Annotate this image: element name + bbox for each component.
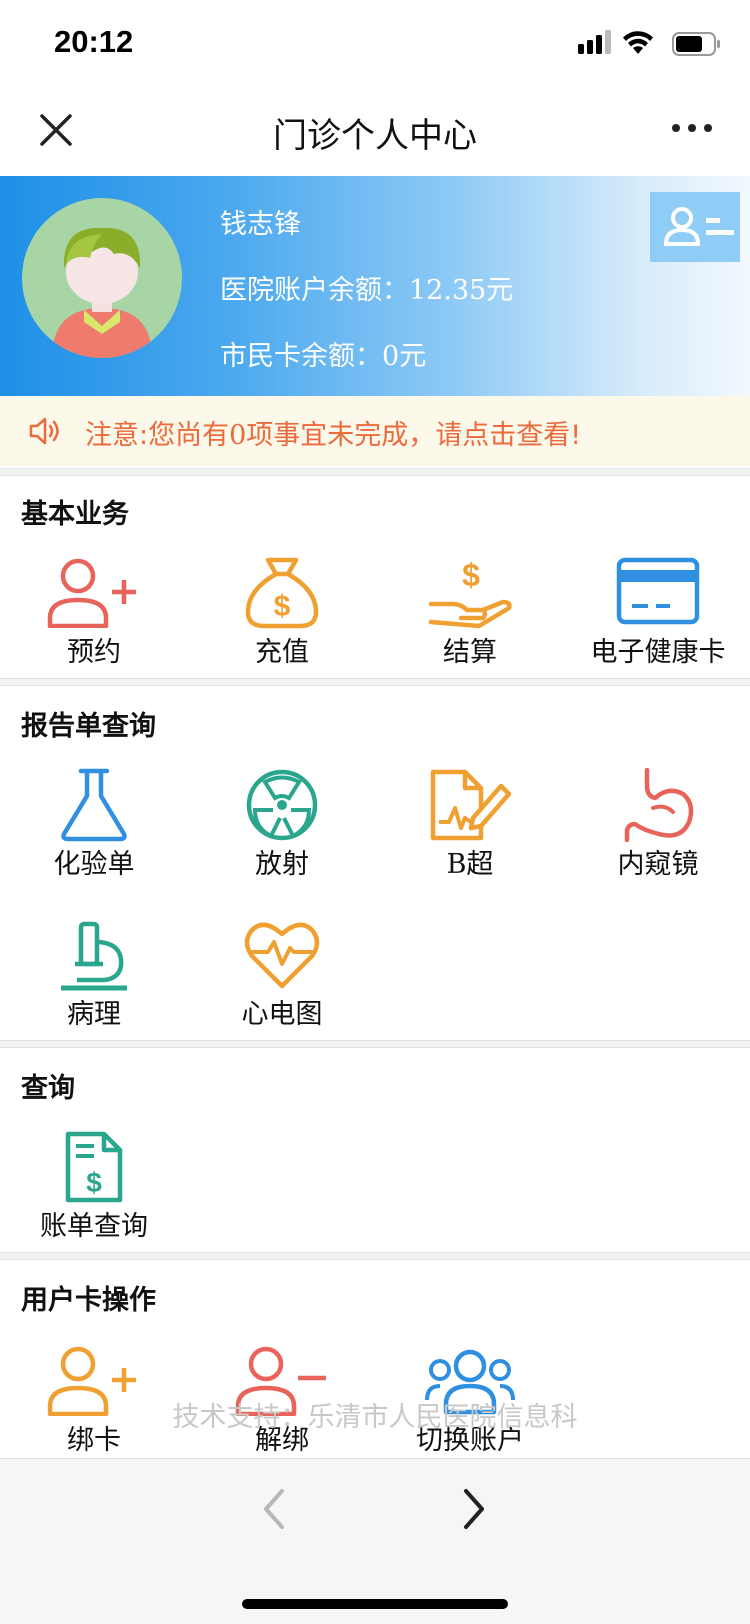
- status-bar: 20:12: [0, 0, 750, 88]
- citizen-card-value: 0: [382, 341, 400, 372]
- pathology-button[interactable]: 病理: [0, 920, 188, 1060]
- svg-text:$: $: [86, 1167, 102, 1198]
- hospital-balance-value: 12.35: [409, 275, 487, 306]
- notice-text: 注意:您尚有0项事宜未完成，请点击查看!: [85, 413, 581, 452]
- radiology-button[interactable]: 放射: [188, 768, 376, 908]
- status-time: 20:12: [54, 24, 134, 59]
- item-label: 病理: [67, 999, 121, 1030]
- lab-report-button[interactable]: 化验单: [0, 768, 188, 908]
- appointment-button[interactable]: 预约: [0, 556, 188, 696]
- item-label: 化验单: [53, 849, 135, 880]
- item-label: 电子健康卡: [590, 637, 726, 668]
- signal-icon: [578, 30, 611, 54]
- notice-text-post: 项事宜未完成，请点击查看!: [246, 420, 582, 451]
- recharge-button[interactable]: $ 充值: [188, 556, 376, 696]
- avatar[interactable]: [22, 198, 182, 358]
- item-label: 充值: [255, 637, 309, 668]
- section-divider: [0, 678, 750, 686]
- money-bag-icon: $: [245, 557, 319, 629]
- notice-bar[interactable]: 注意:您尚有0项事宜未完成，请点击查看!: [0, 396, 750, 466]
- hospital-balance-unit: 元: [486, 275, 514, 306]
- ecg-button[interactable]: 心电图: [188, 920, 376, 1060]
- hospital-balance: 医院账户余额：12.35元: [220, 268, 513, 307]
- id-card-icon: [663, 207, 734, 246]
- speaker-icon: [29, 417, 59, 445]
- credit-card-icon: [616, 557, 700, 625]
- wifi-icon: [623, 31, 653, 54]
- item-label: 预约: [67, 637, 121, 668]
- section-title-card-ops: 用户卡操作: [21, 1285, 156, 1316]
- back-arrow-icon[interactable]: [258, 1485, 288, 1533]
- citizen-card-balance: 市民卡余额：0元: [220, 334, 426, 373]
- hospital-balance-label: 医院账户余额：: [220, 275, 409, 306]
- browser-toolbar: [0, 1458, 750, 1624]
- item-label: 内窥镜: [617, 849, 699, 880]
- bill-document-icon: $: [65, 1131, 123, 1203]
- microscope-icon: [61, 921, 127, 991]
- svg-text:$: $: [462, 557, 480, 593]
- nav-bar: 门诊个人中心: [0, 88, 750, 176]
- home-indicator[interactable]: [242, 1599, 508, 1609]
- section-divider: [0, 468, 750, 476]
- heart-pulse-icon: [244, 922, 320, 989]
- hand-money-icon: $: [428, 557, 512, 629]
- document-edit-icon: [430, 769, 511, 841]
- flask-icon: [61, 768, 127, 842]
- radiation-icon: [246, 769, 318, 841]
- profile-header: 钱志锋 医院账户余额：12.35元 市民卡余额：0元: [0, 176, 750, 396]
- svg-text:$: $: [274, 590, 291, 623]
- user-name: 钱志锋: [220, 209, 301, 240]
- item-label: B超: [446, 849, 494, 880]
- item-label: 心电图: [241, 999, 323, 1030]
- forward-arrow-icon[interactable]: [460, 1485, 490, 1533]
- add-user-icon: [47, 558, 136, 628]
- endoscopy-button[interactable]: 内窥镜: [564, 768, 750, 908]
- settlement-button[interactable]: $ 结算: [376, 556, 564, 696]
- item-label: 账单查询: [40, 1211, 148, 1242]
- notice-count: 0: [229, 420, 247, 451]
- citizen-card-unit: 元: [399, 341, 427, 372]
- avatar-icon: [52, 227, 152, 358]
- section-title-query: 查询: [21, 1073, 75, 1104]
- item-label: 放射: [255, 849, 309, 880]
- tech-support-credit: 技术支持：乐清市人民医院信息科: [172, 1402, 578, 1433]
- health-card-button[interactable]: 电子健康卡: [564, 556, 750, 696]
- section-divider: [0, 1252, 750, 1260]
- notice-text-pre: 注意:您尚有: [85, 420, 230, 451]
- item-label: 结算: [443, 637, 497, 668]
- section-title-reports: 报告单查询: [21, 711, 156, 742]
- battery-icon: [672, 32, 720, 56]
- stomach-icon: [624, 768, 694, 842]
- section-title-basic: 基本业务: [21, 499, 129, 530]
- ultrasound-button[interactable]: B超: [376, 768, 564, 908]
- citizen-card-label: 市民卡余额：: [220, 341, 382, 372]
- more-icon[interactable]: [670, 118, 714, 138]
- section-divider: [0, 1040, 750, 1048]
- bill-query-button[interactable]: $ 账单查询: [0, 1130, 188, 1270]
- page-title: 门诊个人中心: [273, 116, 477, 156]
- id-card-button[interactable]: [650, 192, 740, 262]
